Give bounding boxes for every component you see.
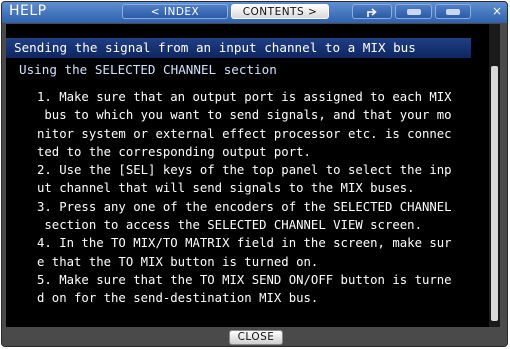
instruction-line: 5. Make sure that the TO MIX SEND ON/OFF…	[37, 272, 452, 287]
forward-button[interactable]	[435, 4, 471, 19]
instruction-line: ted to the corresponding output port.	[37, 144, 311, 159]
up-button[interactable]	[352, 4, 392, 19]
help-window: HELP < INDEX CONTENTS > × Sending the si…	[1, 1, 508, 347]
instruction-line: e that the TO MIX button is turned on.	[37, 254, 319, 269]
instruction-line: nitor system or external effect processo…	[37, 126, 452, 141]
instruction-line: 4. In the TO MIX/TO MATRIX field in the …	[37, 236, 452, 251]
close-button[interactable]: CLOSE	[229, 330, 283, 345]
index-button[interactable]: < INDEX	[122, 4, 228, 19]
instruction-line: d on for the send-destination MIX bus.	[37, 291, 319, 306]
bottom-bar: CLOSE	[2, 327, 507, 346]
scrollbar[interactable]	[489, 24, 500, 327]
topic-title: Sending the signal from an input channel…	[6, 38, 471, 58]
title-bar: HELP < INDEX CONTENTS > ×	[2, 2, 507, 23]
instruction-line: section to access the SELECTED CHANNEL V…	[37, 218, 422, 233]
close-icon[interactable]: ×	[489, 4, 505, 19]
contents-button[interactable]: CONTENTS >	[231, 4, 329, 19]
scrollbar-thumb[interactable]	[491, 66, 498, 321]
back-icon	[406, 9, 421, 15]
up-arrow-icon	[366, 6, 378, 18]
instruction-line: 3. Press any one of the encoders of the …	[37, 199, 452, 214]
instruction-line: bus to which you want to send signals, a…	[37, 108, 452, 123]
forward-icon	[446, 9, 460, 15]
back-button[interactable]	[395, 4, 432, 19]
window-title: HELP	[9, 3, 47, 19]
instruction-line: 2. Use the [SEL] keys of the top panel t…	[37, 163, 452, 178]
instructions: 1. Make sure that an output port is assi…	[37, 88, 495, 308]
section-title: Using the SELECTED CHANNEL section	[19, 62, 277, 77]
instruction-line: 1. Make sure that an output port is assi…	[37, 90, 452, 104]
help-content: Sending the signal from an input channel…	[6, 24, 500, 327]
instruction-line: ut channel that will send signals to the…	[37, 181, 415, 196]
